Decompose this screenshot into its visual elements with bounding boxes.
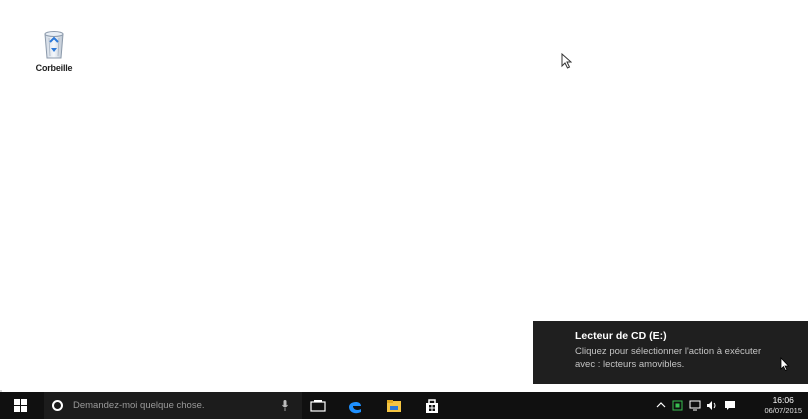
chevron-up-icon[interactable] (656, 400, 666, 410)
toast-title: Lecteur de CD (E:) (575, 330, 667, 342)
microphone-icon[interactable] (282, 400, 288, 411)
taskbar: Demandez-moi quelque chose. 16:06 06/07/… (0, 392, 808, 419)
file-explorer-icon[interactable] (385, 397, 403, 415)
volume-icon[interactable] (706, 400, 718, 411)
edge-icon[interactable] (346, 397, 364, 415)
taskbar-search-box[interactable]: Demandez-moi quelque chose. (44, 392, 302, 419)
toast-body: Cliquez pour sélectionner l'action à exé… (575, 346, 762, 370)
system-tray: 16:06 06/07/2015 (648, 392, 808, 419)
action-center-icon[interactable] (724, 400, 736, 411)
desktop-icon-label: Corbeille (35, 63, 73, 73)
start-button[interactable] (14, 399, 27, 412)
clock[interactable]: 16:06 06/07/2015 (764, 395, 802, 416)
clock-time: 16:06 (772, 395, 794, 405)
mouse-pointer-icon (780, 357, 790, 371)
search-placeholder: Demandez-moi quelque chose. (73, 400, 205, 411)
notification-toast[interactable]: Lecteur de CD (E:) Cliquez pour sélectio… (533, 321, 808, 384)
monitor-icon[interactable] (689, 400, 701, 411)
recycle-bin-icon (44, 31, 64, 59)
store-icon[interactable] (423, 397, 441, 415)
mouse-pointer-icon (561, 53, 572, 69)
desktop-icon-recycle-bin[interactable]: Corbeille (30, 26, 78, 73)
clock-date: 06/07/2015 (764, 406, 802, 415)
network-icon[interactable] (672, 400, 683, 411)
task-view-icon[interactable] (309, 397, 327, 415)
cortana-icon (52, 400, 63, 411)
